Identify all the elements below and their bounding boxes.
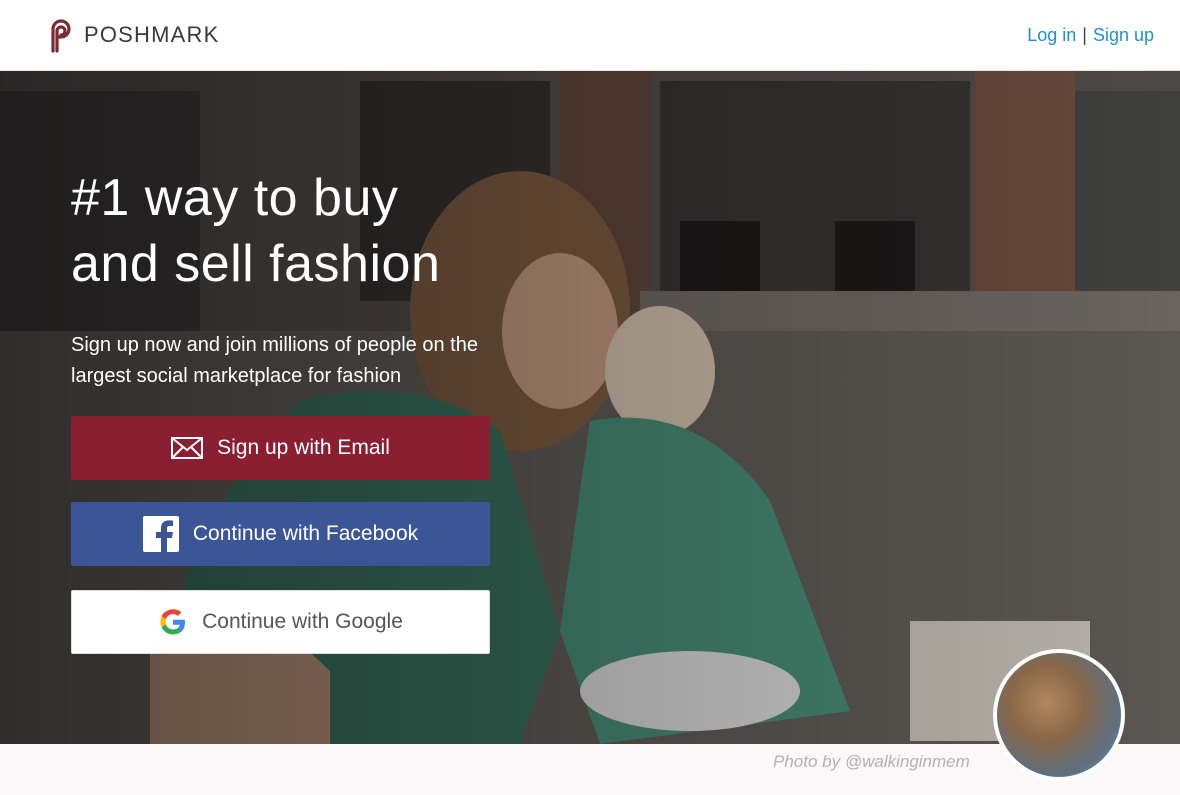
- continue-facebook-button[interactable]: Continue with Facebook: [71, 502, 490, 566]
- signup-email-label: Sign up with Email: [217, 436, 390, 459]
- poshmark-logo-icon: [51, 19, 71, 53]
- auth-links: Log in | Sign up: [1027, 25, 1154, 46]
- login-link[interactable]: Log in: [1027, 25, 1076, 46]
- logo[interactable]: POSHMARK: [44, 17, 220, 53]
- continue-facebook-label: Continue with Facebook: [192, 522, 419, 545]
- headline-line-1: #1 way to buy: [71, 169, 399, 227]
- brand-name: POSHMARK: [84, 22, 220, 47]
- link-separator: |: [1082, 24, 1087, 45]
- hero-headline: #1 way to buy and sell fashion: [71, 165, 531, 297]
- signup-link[interactable]: Sign up: [1093, 25, 1154, 46]
- envelope-icon: [171, 437, 204, 459]
- hero-subline: Sign up now and join millions of people …: [71, 334, 478, 387]
- user-avatar[interactable]: [993, 649, 1125, 781]
- facebook-icon: [142, 516, 179, 552]
- signup-email-button[interactable]: Sign up with Email: [71, 416, 490, 480]
- photo-credit: Photo by @walkinginmem: [773, 752, 970, 771]
- footer-strip: [0, 744, 1180, 795]
- hero-banner: #1 way to buy and sell fashion Sign up n…: [0, 71, 1180, 744]
- continue-google-button[interactable]: Continue with Google: [71, 590, 490, 654]
- google-icon: [158, 607, 188, 637]
- hero-text: #1 way to buy and sell fashion Sign up n…: [71, 165, 531, 392]
- continue-google-label: Continue with Google: [202, 610, 403, 633]
- site-header: POSHMARK Log in | Sign up: [0, 0, 1180, 71]
- headline-line-2: and sell fashion: [71, 235, 441, 293]
